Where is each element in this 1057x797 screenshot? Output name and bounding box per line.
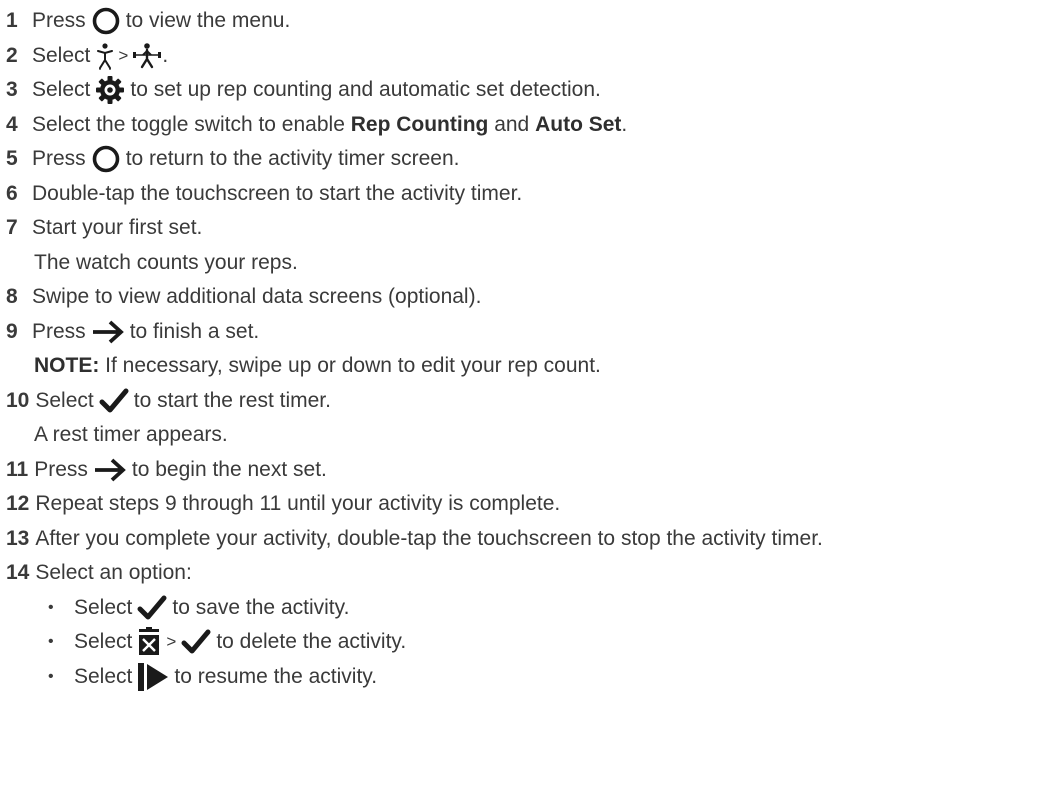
step-number: 5: [6, 147, 18, 171]
step-text: Press: [32, 319, 86, 343]
step-text: Select: [32, 78, 91, 102]
step-text: .: [162, 43, 169, 67]
step-7: 7 Start your first set.: [6, 211, 1057, 246]
bullet: •: [48, 598, 54, 616]
step-number: 10: [6, 388, 30, 412]
option-text: Select: [74, 664, 133, 688]
separator: >: [166, 632, 177, 652]
step-number: 11: [6, 457, 29, 481]
option-text: Select: [74, 595, 133, 619]
step-text: Select: [32, 43, 91, 67]
step-number: 13: [6, 526, 30, 550]
step-3: 3 Select to set up rep counting and auto…: [6, 73, 1057, 108]
step-number: 7: [6, 216, 18, 240]
strength-activity-icon: [95, 42, 115, 70]
barbell-icon: [132, 42, 162, 70]
step-2: 2 Select > .: [6, 39, 1057, 74]
option-delete: • Select > to delete the activity.: [6, 625, 1057, 660]
step-text: Press: [32, 9, 86, 33]
bullet: •: [48, 667, 54, 685]
step-8: 8 Swipe to view additional data screens …: [6, 280, 1057, 315]
step-1: 1 Press to view the menu.: [6, 4, 1057, 39]
step-13: 13 After you complete your activity, dou…: [6, 522, 1057, 557]
step-5: 5 Press to return to the activity timer …: [6, 142, 1057, 177]
step-text: to view the menu.: [125, 9, 291, 33]
step-text: Select the toggle switch to enable: [32, 112, 345, 136]
step-number: 2: [6, 43, 18, 67]
option-text: to delete the activity.: [216, 630, 407, 654]
step-4: 4 Select the toggle switch to enable Rep…: [6, 108, 1057, 143]
step-text: After you complete your activity, double…: [35, 526, 823, 550]
step-text: Press: [32, 147, 86, 171]
step-number: 8: [6, 285, 18, 309]
back-button-icon: [91, 6, 121, 36]
note-label: NOTE:: [34, 354, 100, 378]
resume-icon: [137, 662, 169, 692]
checkmark-icon: [181, 628, 211, 656]
option-text: Select: [74, 630, 133, 654]
step-7-result: The watch counts your reps.: [6, 246, 1057, 281]
separator: >: [118, 45, 129, 65]
step-text: and: [494, 112, 530, 136]
setting-name: Auto Set: [535, 112, 622, 136]
step-12: 12 Repeat steps 9 through 11 until your …: [6, 487, 1057, 522]
step-10-result: A rest timer appears.: [6, 418, 1057, 453]
step-text: to finish a set.: [129, 319, 260, 343]
step-14: 14 Select an option:: [6, 556, 1057, 591]
option-text: to resume the activity.: [174, 664, 378, 688]
step-number: 3: [6, 78, 18, 102]
step-11: 11 Press to begin the next set.: [6, 453, 1057, 488]
step-text: .: [621, 112, 628, 136]
settings-gear-icon: [95, 75, 125, 105]
trash-icon: [137, 627, 161, 657]
step-6: 6 Double-tap the touchscreen to start th…: [6, 177, 1057, 212]
step-number: 1: [6, 9, 18, 33]
step-text: Press: [34, 457, 88, 481]
step-text: Repeat steps 9 through 11 until your act…: [35, 492, 561, 516]
step-10: 10 Select to start the rest timer.: [6, 384, 1057, 419]
option-resume: • Select to resume the activity.: [6, 660, 1057, 695]
step-text: Start your first set.: [32, 216, 203, 240]
step-text: Select: [35, 388, 94, 412]
step-9-note: NOTE: If necessary, swipe up or down to …: [6, 349, 1057, 384]
step-text: to set up rep counting and automatic set…: [130, 78, 601, 102]
step-result-text: The watch counts your reps.: [34, 250, 298, 274]
arrow-right-icon: [91, 319, 125, 345]
step-result-text: A rest timer appears.: [34, 423, 228, 447]
bullet: •: [48, 633, 54, 651]
step-number: 4: [6, 112, 18, 136]
step-text: to begin the next set.: [131, 457, 327, 481]
option-save: • Select to save the activity.: [6, 591, 1057, 626]
step-text: to start the rest timer.: [133, 388, 331, 412]
setting-name: Rep Counting: [350, 112, 489, 136]
checkmark-icon: [99, 387, 129, 415]
step-number: 6: [6, 181, 18, 205]
step-number: 12: [6, 492, 30, 516]
step-text: Select an option:: [35, 561, 192, 585]
step-text: Double-tap the touchscreen to start the …: [32, 181, 523, 205]
arrow-right-icon: [93, 457, 127, 483]
note-text: If necessary, swipe up or down to edit y…: [105, 354, 601, 378]
step-number: 14: [6, 561, 30, 585]
step-9: 9 Press to finish a set.: [6, 315, 1057, 350]
checkmark-icon: [137, 594, 167, 622]
back-button-icon: [91, 144, 121, 174]
option-text: to save the activity.: [172, 595, 350, 619]
step-text: to return to the activity timer screen.: [125, 147, 460, 171]
instruction-list: 1 Press to view the menu. 2 Select > . 3…: [0, 0, 1057, 694]
step-text: Swipe to view additional data screens (o…: [32, 285, 482, 309]
step-number: 9: [6, 319, 18, 343]
